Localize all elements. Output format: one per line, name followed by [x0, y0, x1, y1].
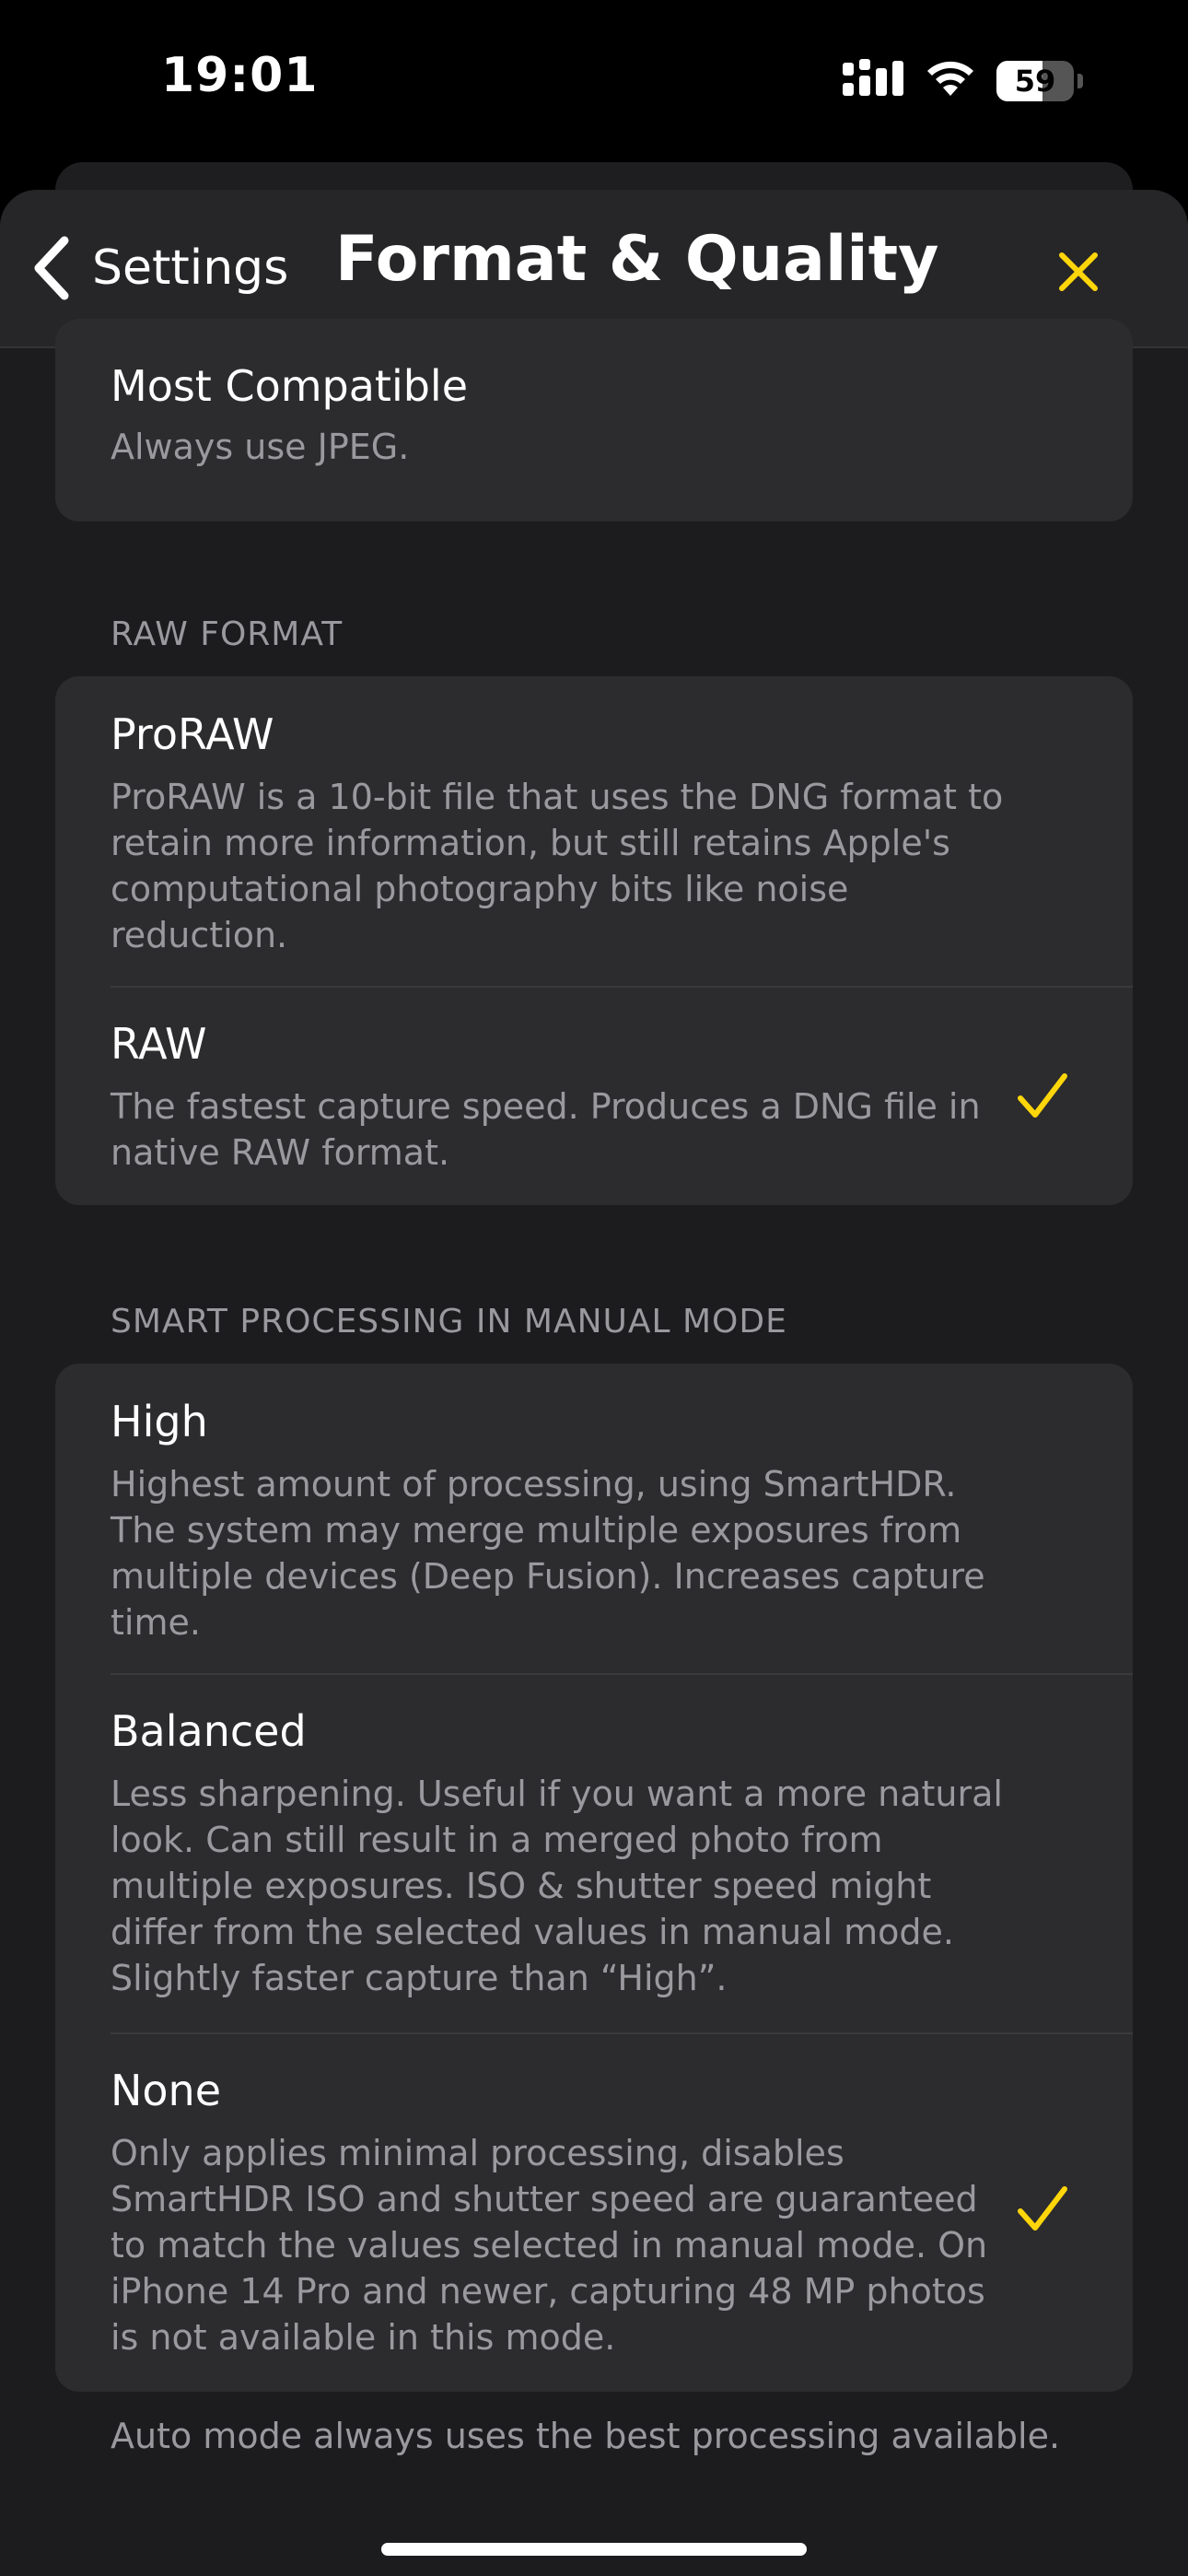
option-description: The fastest capture speed. Produces a DN…	[111, 1086, 981, 1173]
section-header-smart-processing: SMART PROCESSING IN MANUAL MODE	[111, 1303, 787, 1341]
option-title: None	[111, 2066, 222, 2115]
settings-sheet: Settings Format & Quality Most Compatibl…	[0, 190, 1188, 2576]
home-indicator[interactable]	[381, 2543, 807, 2556]
option-description: Only applies minimal processing, disable…	[111, 2133, 988, 2358]
back-label: Settings	[92, 240, 289, 296]
section-header-raw-format: RAW FORMAT	[111, 615, 344, 653]
option-title: Most Compatible	[111, 361, 469, 411]
battery-indicator: 59	[996, 61, 1083, 101]
option-most-compatible[interactable]: Most Compatible Always use JPEG.	[55, 319, 1133, 521]
chevron-left-icon	[34, 236, 69, 300]
status-time: 19:01	[161, 48, 319, 103]
option-raw[interactable]: RAW The fastest capture speed. Produces …	[55, 988, 1133, 1205]
cellular-signal-icon	[843, 59, 903, 96]
option-description: Less sharpening. Useful if you want a mo…	[111, 1774, 1003, 1998]
option-title: ProRAW	[111, 709, 274, 759]
close-icon[interactable]	[1046, 240, 1111, 304]
option-description: ProRAW is a 10-bit file that uses the DN…	[111, 777, 1004, 955]
option-proraw[interactable]: ProRAW ProRAW is a 10-bit file that uses…	[55, 676, 1133, 986]
battery-percentage: 59	[1014, 64, 1056, 99]
option-title: RAW	[111, 1019, 207, 1069]
option-description: Always use JPEG.	[111, 427, 410, 467]
checkmark-icon	[1018, 1073, 1067, 1118]
format-group: Most Compatible Always use JPEG.	[55, 319, 1133, 521]
page-title: Format & Quality	[335, 223, 939, 296]
raw-format-group: ProRAW ProRAW is a 10-bit file that uses…	[55, 676, 1133, 1205]
status-bar: 19:01 59	[0, 0, 1188, 157]
wifi-icon	[927, 61, 973, 96]
option-high[interactable]: High Highest amount of processing, using…	[55, 1364, 1133, 1673]
checkmark-icon	[1018, 2186, 1067, 2231]
option-title: High	[111, 1397, 208, 1446]
smart-processing-group: High Highest amount of processing, using…	[55, 1364, 1133, 2392]
option-description: Highest amount of processing, using Smar…	[111, 1464, 985, 1643]
back-button[interactable]: Settings	[28, 227, 288, 310]
option-title: Balanced	[111, 1706, 307, 1756]
processing-footer-note: Auto mode always uses the best processin…	[111, 2416, 1061, 2456]
option-balanced[interactable]: Balanced Less sharpening. Useful if you …	[55, 1675, 1133, 2032]
option-none[interactable]: None Only applies minimal processing, di…	[55, 2034, 1133, 2392]
